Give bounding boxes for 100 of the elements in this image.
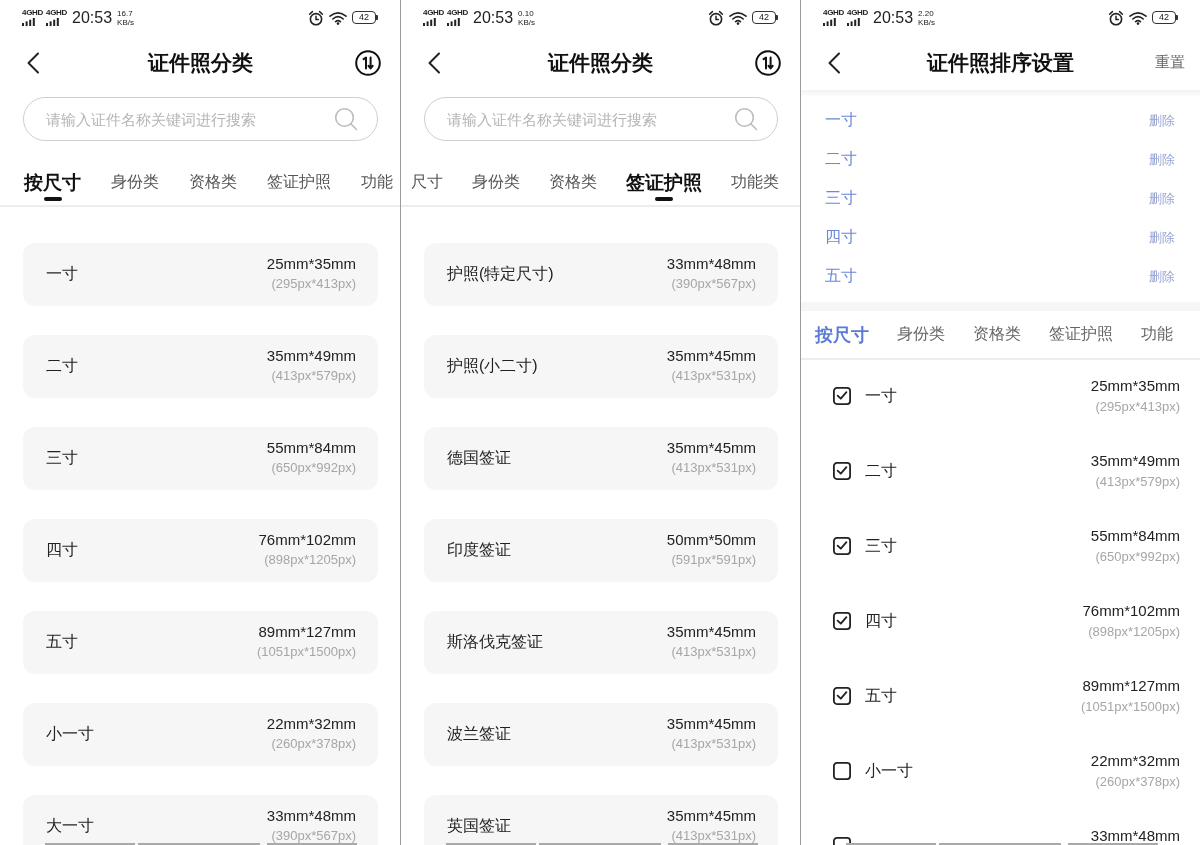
speed-unit: KB/s [518, 17, 535, 27]
checkbox[interactable] [833, 762, 851, 780]
search-icon [334, 107, 358, 131]
category-tab[interactable]: 身份类 [111, 160, 159, 205]
checkbox[interactable] [833, 537, 851, 555]
wifi-icon [729, 10, 747, 25]
pixel-size-text: (390px*567px) [271, 828, 356, 843]
size-text: 22mm*32mm [266, 714, 356, 734]
size-text: 55mm*84mm [1090, 526, 1180, 546]
category-tab[interactable]: 资格类 [189, 160, 237, 205]
card-title: 大一寸 [46, 816, 94, 836]
size-card[interactable]: 斯洛伐克签证 35mm*45mm (413px*531px) [424, 611, 778, 674]
size-card[interactable]: 护照(小二寸) 35mm*45mm (413px*531px) [424, 335, 778, 398]
size-text: 89mm*127mm [258, 622, 356, 642]
pixel-size-text: (898px*1205px) [1088, 624, 1180, 640]
search-field[interactable]: 请输入证件名称关键词进行搜索 [424, 97, 778, 141]
page-title: 证件照排序设置 [927, 49, 1074, 76]
pixel-size-text: (650px*992px) [1095, 549, 1180, 565]
signal-icon [46, 18, 60, 26]
alarm-clock-icon [308, 9, 324, 26]
alarm-clock-icon [1108, 9, 1124, 26]
category-tab[interactable]: 资格类 [973, 311, 1021, 358]
pixel-size-text: (413px*531px) [671, 828, 756, 843]
category-tab[interactable]: 资格类 [549, 160, 597, 205]
card-title: 印度签证 [447, 540, 511, 560]
size-text: 35mm*45mm [666, 714, 756, 734]
checkbox[interactable] [833, 462, 851, 480]
size-text: 35mm*45mm [666, 346, 756, 366]
sort-icon[interactable] [755, 49, 781, 76]
pixel-size-text: (413px*531px) [671, 368, 756, 383]
size-card[interactable]: 英国签证 35mm*45mm (413px*531px) [424, 795, 778, 845]
back-icon[interactable] [427, 51, 441, 74]
category-tab[interactable]: 功能 [361, 160, 393, 205]
size-name: 四寸 [865, 611, 897, 631]
category-tab[interactable]: 功能 [1141, 311, 1173, 358]
checkbox[interactable] [833, 387, 851, 405]
size-text: 55mm*84mm [266, 438, 356, 458]
network-type-label: 4GHD [847, 9, 869, 17]
category-tab[interactable]: 身份类 [897, 311, 945, 358]
wifi-icon [1129, 10, 1147, 25]
search-icon [734, 107, 758, 131]
page-title: 证件照分类 [147, 49, 253, 76]
category-tab[interactable]: 签证护照 [1049, 311, 1113, 358]
size-card[interactable]: 小一寸 22mm*32mm (260px*378px) [23, 703, 378, 766]
category-tab[interactable]: 身份类 [472, 160, 520, 205]
size-card[interactable]: 五寸 89mm*127mm (1051px*1500px) [23, 611, 378, 674]
size-card[interactable]: 护照(特定尺寸) 33mm*48mm (390px*567px) [424, 243, 778, 306]
pixel-size-text: (413px*531px) [671, 460, 756, 475]
card-title: 波兰签证 [447, 724, 511, 744]
status-time: 20:53 [473, 8, 514, 27]
category-tab[interactable]: 按尺寸 [815, 311, 869, 358]
pixel-size-text: (413px*579px) [1095, 474, 1180, 490]
size-card[interactable]: 波兰签证 35mm*45mm (413px*531px) [424, 703, 778, 766]
card-title: 护照(小二寸) [447, 356, 538, 376]
size-card[interactable]: 四寸 76mm*102mm (898px*1205px) [23, 519, 378, 582]
category-tab[interactable]: 签证护照 [267, 160, 331, 205]
battery-indicator: 42 [752, 11, 778, 24]
size-card[interactable]: 二寸 35mm*49mm (413px*579px) [23, 335, 378, 398]
size-text: 35mm*45mm [666, 806, 756, 826]
back-icon[interactable] [827, 51, 841, 74]
checkbox[interactable] [833, 687, 851, 705]
category-tab[interactable]: 签证护照 [626, 160, 702, 205]
signal-icon [22, 18, 35, 26]
card-title: 英国签证 [447, 816, 511, 836]
search-field[interactable]: 请输入证件名称关键词进行搜索 [23, 97, 378, 141]
sort-icon[interactable] [355, 49, 381, 76]
card-title: 五寸 [46, 632, 78, 652]
back-icon[interactable] [26, 51, 40, 74]
size-text: 76mm*102mm [1082, 601, 1180, 621]
size-card[interactable]: 德国签证 35mm*45mm (413px*531px) [424, 427, 778, 490]
pixel-size-text: (1051px*1500px) [256, 644, 356, 659]
pixel-size-text: (591px*591px) [671, 552, 756, 567]
card-title: 二寸 [46, 356, 78, 376]
status-time: 20:53 [72, 8, 113, 27]
size-text: 35mm*49mm [1090, 451, 1180, 471]
size-card[interactable]: 一寸 25mm*35mm (295px*413px) [23, 243, 378, 306]
wifi-icon [329, 10, 347, 25]
network-type-label: 4GHD [447, 9, 469, 17]
size-text: 35mm*49mm [266, 346, 356, 366]
category-tab[interactable]: 尺寸 [411, 160, 443, 205]
category-tab[interactable]: 功能类 [731, 160, 779, 205]
size-card[interactable]: 大一寸 33mm*48mm (390px*567px) [23, 795, 378, 845]
reset-button[interactable]: 重置 [1155, 53, 1185, 72]
card-title: 小一寸 [46, 724, 94, 744]
size-text: 35mm*45mm [666, 438, 756, 458]
checkbox[interactable] [833, 612, 851, 630]
sorted-size-label: 二寸 [825, 149, 857, 169]
pixel-size-text: (390px*567px) [671, 276, 756, 291]
size-text: 89mm*127mm [1082, 676, 1180, 696]
size-text: 22mm*32mm [1090, 751, 1180, 771]
pixel-size-text: (295px*413px) [1095, 399, 1180, 415]
size-text: 35mm*45mm [666, 622, 756, 642]
card-title: 一寸 [46, 264, 78, 284]
sorted-size-label: 三寸 [825, 188, 857, 208]
size-text: 25mm*35mm [266, 254, 356, 274]
size-card[interactable]: 三寸 55mm*84mm (650px*992px) [23, 427, 378, 490]
size-card[interactable]: 印度签证 50mm*50mm (591px*591px) [424, 519, 778, 582]
pixel-size-text: (260px*378px) [1095, 774, 1180, 790]
card-title: 护照(特定尺寸) [447, 264, 554, 284]
category-tab[interactable]: 按尺寸 [24, 160, 81, 205]
